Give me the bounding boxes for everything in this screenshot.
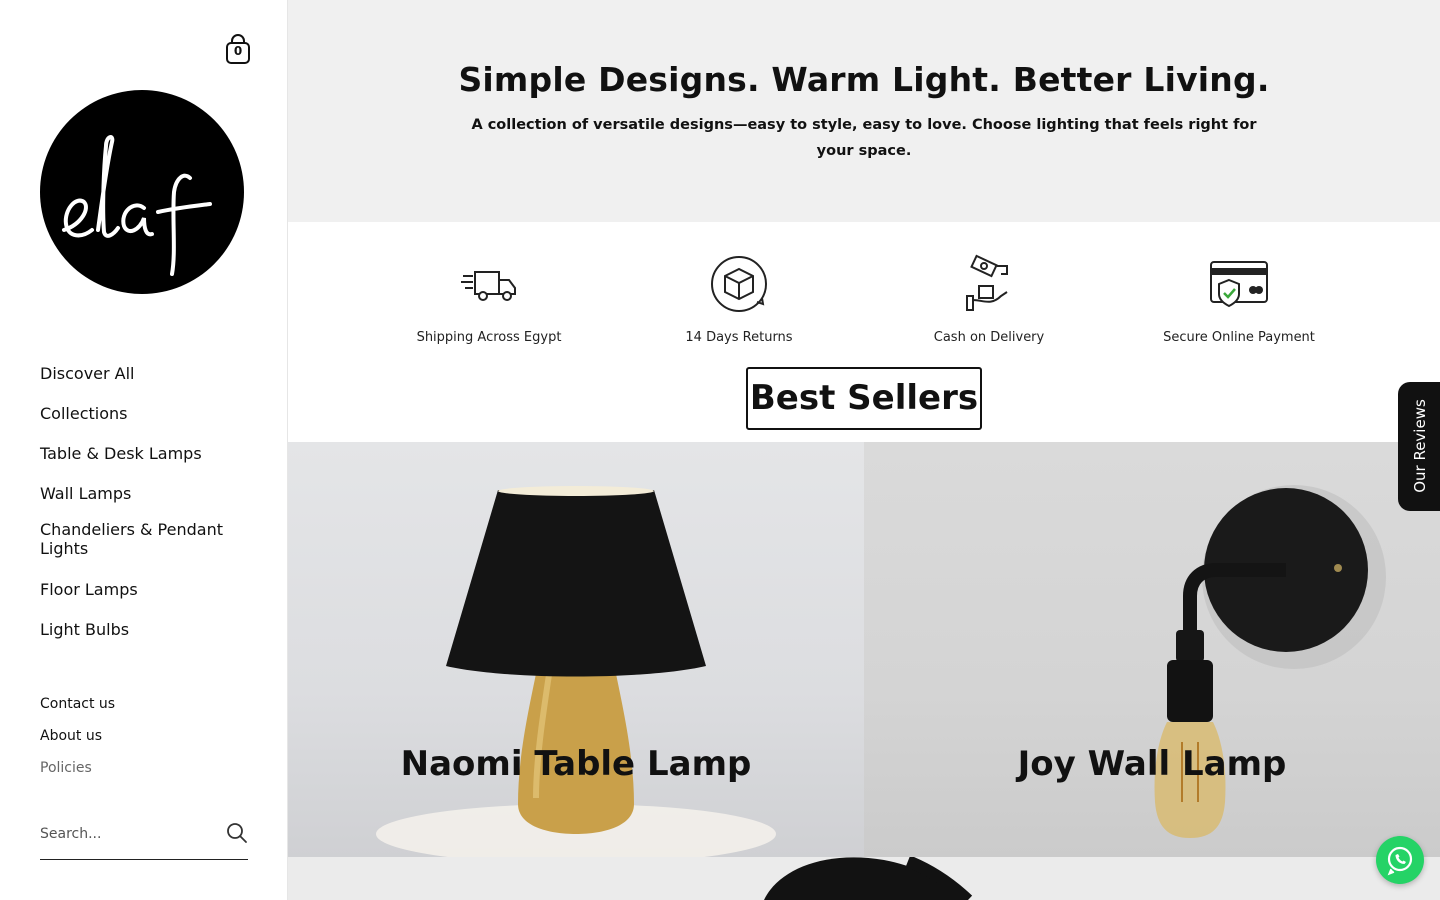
product-card-joy[interactable]: Joy Wall Lamp xyxy=(864,442,1440,857)
feature-label: Secure Online Payment xyxy=(1163,330,1315,345)
nav-item-floor-lamps[interactable]: Floor Lamps xyxy=(40,580,255,620)
feature-shipping: Shipping Across Egypt xyxy=(379,252,599,345)
next-product-image xyxy=(764,857,973,900)
whatsapp-button[interactable] xyxy=(1376,836,1424,884)
link-policies[interactable]: Policies xyxy=(40,760,115,792)
naomi-lamp-image xyxy=(376,486,776,857)
feature-label: Shipping Across Egypt xyxy=(416,330,562,345)
secure-card-icon xyxy=(1207,252,1271,316)
nav-item-chandeliers-pendant[interactable]: Chandeliers & Pendant Lights xyxy=(40,520,255,580)
search-button[interactable] xyxy=(226,822,248,844)
reviews-tab[interactable]: Our Reviews xyxy=(1398,382,1440,511)
nav-item-light-bulbs[interactable]: Light Bulbs xyxy=(40,620,255,660)
nav-item-discover-all[interactable]: Discover All xyxy=(40,364,255,404)
link-about-us[interactable]: About us xyxy=(40,728,115,760)
product-card-naomi[interactable]: Naomi Table Lamp xyxy=(288,442,864,857)
product-name[interactable]: Naomi Table Lamp xyxy=(288,744,864,784)
hero-subtitle: A collection of versatile designs—easy t… xyxy=(471,117,1257,159)
nav-item-table-desk-lamps[interactable]: Table & Desk Lamps xyxy=(40,444,255,484)
nav-item-wall-lamps[interactable]: Wall Lamps xyxy=(40,484,255,524)
return-box-icon xyxy=(707,252,771,316)
nav-item-collections[interactable]: Collections xyxy=(40,404,255,444)
feature-label: Cash on Delivery xyxy=(933,330,1045,345)
main-navigation: Discover All Collections Table & Desk La… xyxy=(40,364,255,660)
hero-title: Simple Designs. Warm Light. Better Livin… xyxy=(458,60,1270,99)
hero-banner: Simple Designs. Warm Light. Better Livin… xyxy=(288,0,1440,222)
link-contact-us[interactable]: Contact us xyxy=(40,696,115,728)
search-icon xyxy=(227,823,247,843)
product-row-next xyxy=(288,857,1440,900)
search-bar xyxy=(40,818,248,860)
secondary-navigation: Contact us About us Policies xyxy=(40,696,115,792)
delivery-truck-icon xyxy=(457,252,521,316)
cart-count: 0 xyxy=(233,44,243,58)
whatsapp-icon xyxy=(1387,846,1413,876)
cash-hand-icon xyxy=(957,252,1021,316)
feature-cod: Cash on Delivery xyxy=(879,252,1099,345)
elaf-logo[interactable] xyxy=(40,90,245,295)
product-name[interactable]: Joy Wall Lamp xyxy=(864,744,1440,784)
best-sellers-button[interactable]: Best Sellers xyxy=(746,367,982,430)
joy-lamp-image xyxy=(1154,485,1386,838)
reviews-tab-label: Our Reviews xyxy=(1411,399,1429,493)
feature-returns: 14 Days Returns xyxy=(629,252,849,345)
features-strip: Shipping Across Egypt 14 Days Returns Ca… xyxy=(288,222,1440,442)
sidebar: 0 Discover All Collections Table & Desk … xyxy=(0,0,288,900)
cart-button[interactable]: 0 xyxy=(224,34,252,66)
search-input[interactable] xyxy=(40,818,220,850)
feature-secure-payment: Secure Online Payment xyxy=(1129,252,1349,345)
feature-label: 14 Days Returns xyxy=(685,330,793,345)
